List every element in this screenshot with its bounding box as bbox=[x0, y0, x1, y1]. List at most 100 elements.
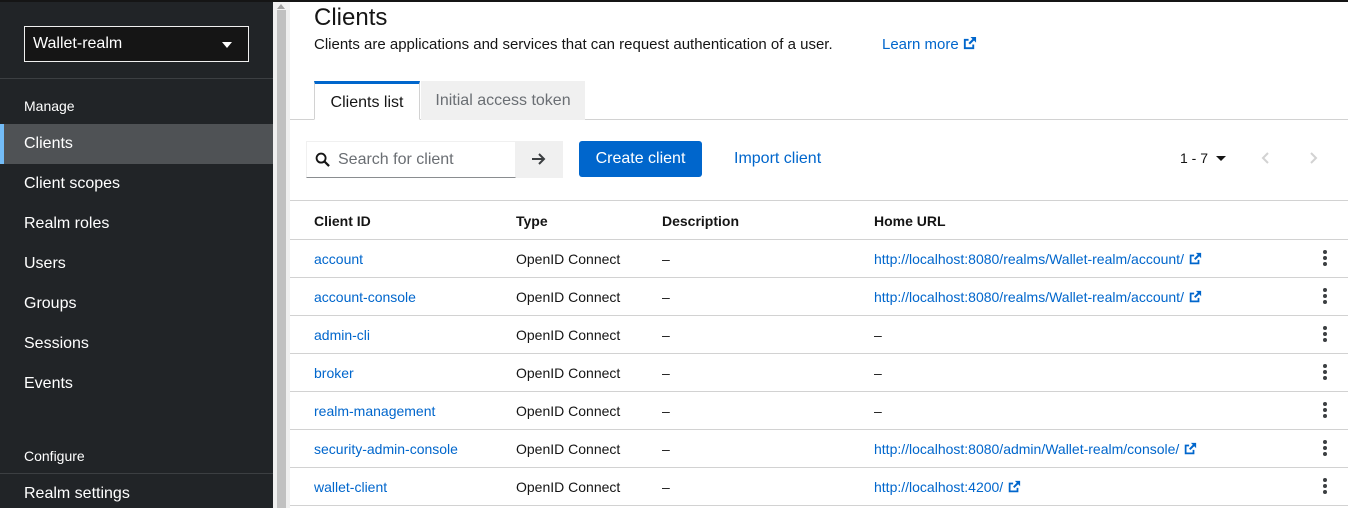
create-client-button[interactable]: Create client bbox=[579, 141, 702, 177]
row-actions-kebab-icon[interactable] bbox=[1320, 288, 1330, 306]
sidebar-item-client-scopes[interactable]: Client scopes bbox=[0, 164, 273, 204]
sidebar-item-label: Users bbox=[24, 255, 66, 272]
client-description: – bbox=[662, 289, 670, 305]
previous-page-button[interactable] bbox=[1261, 151, 1271, 170]
sidebar-section-configure: Configure bbox=[24, 448, 85, 464]
home-url-link[interactable]: http://localhost:4200/ bbox=[874, 479, 1021, 495]
pagination-range: 1 - 7 bbox=[1180, 150, 1209, 166]
search-box bbox=[306, 141, 516, 178]
home-url-text: http://localhost:8080/realms/Wallet-real… bbox=[874, 251, 1184, 267]
client-description: – bbox=[662, 479, 670, 495]
sidebar-item-label: Realm settings bbox=[24, 485, 130, 502]
client-type: OpenID Connect bbox=[516, 251, 621, 267]
client-type: OpenID Connect bbox=[516, 365, 621, 381]
client-description: – bbox=[662, 327, 670, 343]
external-link-icon bbox=[1189, 252, 1202, 265]
client-description: – bbox=[662, 441, 670, 457]
import-client-button[interactable]: Import client bbox=[734, 150, 821, 168]
table-row: realm-management OpenID Connect – – bbox=[290, 392, 1348, 430]
tab-initial-access-token[interactable]: Initial access token bbox=[421, 81, 585, 120]
home-url-link[interactable]: http://localhost:8080/admin/Wallet-realm… bbox=[874, 441, 1197, 457]
home-url-text: http://localhost:8080/admin/Wallet-realm… bbox=[874, 441, 1180, 457]
home-url-link[interactable]: http://localhost:8080/realms/Wallet-real… bbox=[874, 251, 1202, 267]
client-id-link[interactable]: account bbox=[314, 251, 363, 267]
sidebar-item-sessions[interactable]: Sessions bbox=[0, 324, 273, 364]
client-id-link[interactable]: broker bbox=[314, 365, 354, 381]
page-title: Clients bbox=[314, 4, 388, 31]
table-row: account-console OpenID Connect – http://loc… bbox=[290, 278, 1348, 316]
arrow-right-icon bbox=[532, 153, 546, 165]
client-id-link[interactable]: realm-management bbox=[314, 403, 435, 419]
table-row: security-admin-console OpenID Connect – htt… bbox=[290, 430, 1348, 468]
column-header-home-url[interactable]: Home URL bbox=[874, 213, 946, 229]
row-actions-kebab-icon[interactable] bbox=[1320, 440, 1330, 458]
page-description: Clients are applications and services th… bbox=[314, 36, 833, 53]
search-icon bbox=[315, 152, 330, 167]
external-link-icon bbox=[1185, 442, 1197, 455]
sidebar-section-manage: Manage bbox=[24, 98, 75, 114]
external-link-icon bbox=[1008, 480, 1021, 493]
row-actions-kebab-icon[interactable] bbox=[1320, 326, 1330, 344]
external-link-icon bbox=[1189, 290, 1202, 303]
home-url-empty: – bbox=[874, 327, 882, 343]
column-header-description[interactable]: Description bbox=[662, 213, 739, 229]
client-type: OpenID Connect bbox=[516, 441, 621, 457]
table-row: admin-cli OpenID Connect – – bbox=[290, 316, 1348, 354]
sidebar-item-label: Client scopes bbox=[24, 175, 121, 192]
search-submit-button[interactable] bbox=[516, 141, 563, 178]
scroll-up-icon[interactable] bbox=[277, 4, 285, 9]
client-id-link[interactable]: security-admin-console bbox=[314, 441, 458, 457]
sidebar-item-groups[interactable]: Groups bbox=[0, 284, 273, 324]
home-url-empty: – bbox=[874, 365, 882, 381]
sidebar-item-users[interactable]: Users bbox=[0, 244, 273, 284]
external-link-icon bbox=[963, 36, 976, 50]
learn-more-label: Learn more bbox=[882, 36, 959, 53]
home-url-text: http://localhost:4200/ bbox=[874, 479, 1004, 495]
column-header-type[interactable]: Type bbox=[516, 213, 548, 229]
chevron-left-icon bbox=[1261, 152, 1269, 164]
sidebar-item-label: Realm roles bbox=[24, 215, 110, 232]
sidebar-item-events[interactable]: Events bbox=[0, 364, 273, 404]
realm-selector-label: Wallet-realm bbox=[33, 35, 123, 52]
home-url-link[interactable]: http://localhost:8080/realms/Wallet-real… bbox=[874, 289, 1202, 305]
sidebar-divider bbox=[0, 78, 273, 79]
sidebar-item-realm-settings[interactable]: Realm settings bbox=[0, 474, 273, 514]
sidebar-item-realm-roles[interactable]: Realm roles bbox=[0, 204, 273, 244]
home-url-text: http://localhost:8080/realms/Wallet-real… bbox=[874, 289, 1184, 305]
row-actions-kebab-icon[interactable] bbox=[1320, 250, 1330, 268]
sidebar-item-label: Sessions bbox=[24, 335, 89, 352]
table-row: broker OpenID Connect – – bbox=[290, 354, 1348, 392]
sidebar-item-label: Groups bbox=[24, 295, 77, 312]
home-url-empty: – bbox=[874, 403, 882, 419]
sidebar-item-label: Events bbox=[24, 375, 73, 392]
row-actions-kebab-icon[interactable] bbox=[1320, 402, 1330, 420]
table-header: Client ID Type Description Home URL bbox=[290, 200, 1348, 240]
next-page-button[interactable] bbox=[1308, 151, 1318, 170]
chevron-right-icon bbox=[1310, 152, 1318, 164]
client-description: – bbox=[662, 403, 670, 419]
main-content: Clients Clients are applications and ser… bbox=[290, 2, 1348, 508]
tab-clients-list[interactable]: Clients list bbox=[314, 81, 420, 120]
client-id-link[interactable]: admin-cli bbox=[314, 327, 370, 343]
client-description: – bbox=[662, 251, 670, 267]
sidebar-item-label: Clients bbox=[24, 135, 73, 152]
table-row: wallet-client OpenID Connect – http://local… bbox=[290, 468, 1348, 506]
pagination-toggle[interactable]: 1 - 7 bbox=[1180, 150, 1227, 166]
learn-more-link[interactable]: Learn more bbox=[882, 36, 977, 53]
scrollbar-thumb[interactable] bbox=[277, 10, 286, 508]
client-type: OpenID Connect bbox=[516, 289, 621, 305]
client-type: OpenID Connect bbox=[516, 479, 621, 495]
column-header-client-id[interactable]: Client ID bbox=[314, 213, 371, 229]
sidebar: Wallet-realm Manage Clients Client scope… bbox=[0, 2, 273, 508]
client-id-link[interactable]: wallet-client bbox=[314, 479, 387, 495]
client-description: – bbox=[662, 365, 670, 381]
client-id-link[interactable]: account-console bbox=[314, 289, 416, 305]
realm-selector[interactable]: Wallet-realm bbox=[24, 26, 249, 62]
table-row: account OpenID Connect – http://localhost:8… bbox=[290, 240, 1348, 278]
sidebar-item-clients[interactable]: Clients bbox=[0, 124, 273, 164]
client-type: OpenID Connect bbox=[516, 327, 621, 343]
row-actions-kebab-icon[interactable] bbox=[1320, 364, 1330, 382]
row-actions-kebab-icon[interactable] bbox=[1320, 478, 1330, 496]
client-type: OpenID Connect bbox=[516, 403, 621, 419]
search-input[interactable] bbox=[338, 150, 508, 170]
